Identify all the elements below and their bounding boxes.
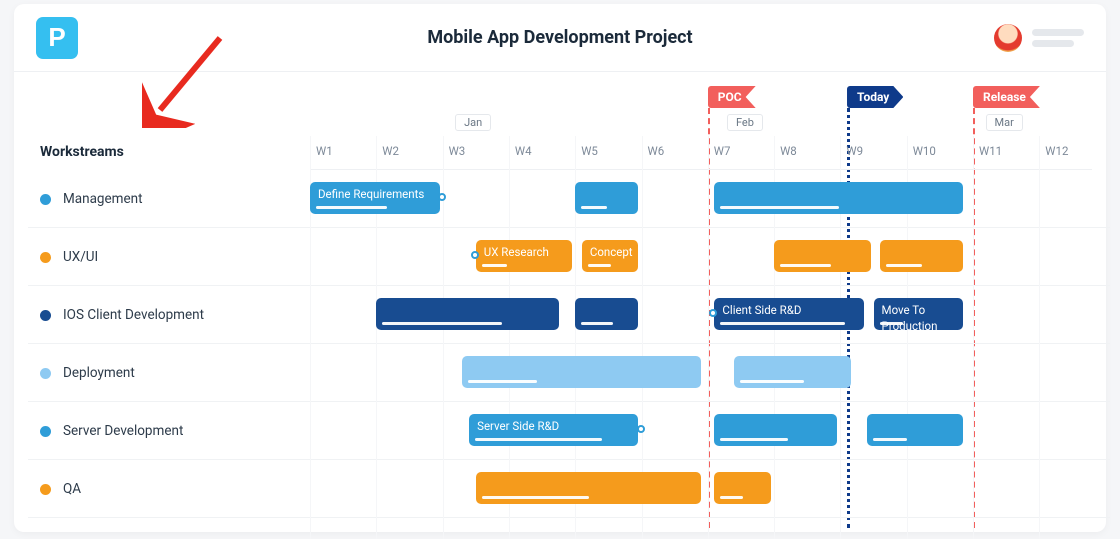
gantt-bar[interactable]: Client Side R&D [714,298,863,330]
gantt-bar[interactable]: UX Research [476,240,572,272]
gantt-bar[interactable] [714,414,837,446]
gantt-bar-progress [482,496,589,499]
gantt-bar-progress [468,380,536,383]
week-label: W4 [509,144,575,158]
week-label: W7 [708,144,774,158]
gantt-bar[interactable] [376,298,559,330]
dependency-node [438,193,446,201]
app-logo[interactable]: P [36,17,78,59]
gantt-bar[interactable]: Server Side R&D [469,414,638,446]
month-label: Jan [455,114,491,131]
gantt-bar-progress [880,322,904,325]
workstream-color-dot [40,426,51,437]
workstream-row[interactable]: Deployment [28,344,310,402]
workstream-row[interactable]: Server Development [28,402,310,460]
sidebar-header: Workstreams [28,112,310,170]
milestone-flag-release[interactable]: Release [973,86,1040,108]
milestone-flag-today[interactable]: Today [847,86,903,108]
workstream-row[interactable]: UX/UI [28,228,310,286]
gantt-bar[interactable] [575,182,638,214]
gantt-bar[interactable] [714,182,963,214]
workstream-row[interactable]: QA [28,460,310,518]
week-label: W8 [774,144,840,158]
gantt-bar[interactable] [462,356,701,388]
gantt-bar-progress [720,438,787,441]
workstream-label: QA [63,481,81,497]
gantt-bar-progress [581,322,612,325]
workstream-label: IOS Client Development [63,307,204,323]
workstream-label: Management [63,191,143,207]
workstream-color-dot [40,484,51,495]
gantt-bar[interactable] [880,240,963,272]
workstream-color-dot [40,368,51,379]
user-avatar[interactable] [994,24,1022,52]
user-name-placeholder [1032,29,1084,36]
workstream-row[interactable]: IOS Client Development [28,286,310,344]
workstream-label: Server Development [63,423,183,439]
week-label: W2 [376,144,442,158]
gantt-bar-progress [588,264,611,267]
week-label: W5 [575,144,641,158]
week-label: W11 [973,144,1039,158]
milestone-flag-poc[interactable]: POC [708,86,756,108]
gantt-bar-progress [720,206,839,209]
month-label: Mar [986,114,1023,131]
workstream-color-dot [40,310,51,321]
gantt-bar[interactable] [867,414,963,446]
gantt-bar-progress [382,322,502,325]
gantt-bar-progress [720,322,845,325]
gantt-bar-progress [873,438,907,441]
workstream-label: Deployment [63,365,135,381]
user-sub-placeholder [1032,40,1074,47]
workstream-color-dot [40,252,51,263]
gantt-bar[interactable] [476,472,702,504]
gantt-bar[interactable]: Concept [582,240,639,272]
gantt-bar-progress [482,264,508,267]
gantt-bar-progress [780,264,831,267]
gantt-bar-progress [740,380,803,383]
gantt-bar-progress [581,206,607,209]
gantt-bar[interactable] [774,240,870,272]
gantt-bar-progress [316,206,387,209]
workstream-label: UX/UI [63,249,98,265]
workstream-row[interactable]: Management [28,170,310,228]
month-label: Feb [727,114,763,131]
week-label: W9 [840,144,906,158]
app-header: P Mobile App Development Project [14,4,1106,72]
week-label: W12 [1039,144,1105,158]
gantt-bar[interactable] [714,472,771,504]
dependency-node [637,425,645,433]
gantt-bar[interactable] [734,356,850,388]
page-title: Mobile App Development Project [14,27,1106,48]
week-label: W6 [642,144,708,158]
gantt-bar-progress [720,496,743,499]
week-label: W3 [443,144,509,158]
gantt-bar-progress [475,438,602,441]
workstream-color-dot [40,194,51,205]
gantt-bar[interactable]: Define Requirements [310,182,440,214]
dependency-node [471,251,479,259]
week-label: W10 [907,144,973,158]
week-label: W1 [310,144,376,158]
gantt-bar[interactable] [575,298,638,330]
gantt-bar[interactable]: Move To Production [874,298,964,330]
gantt-bar-progress [886,264,922,267]
